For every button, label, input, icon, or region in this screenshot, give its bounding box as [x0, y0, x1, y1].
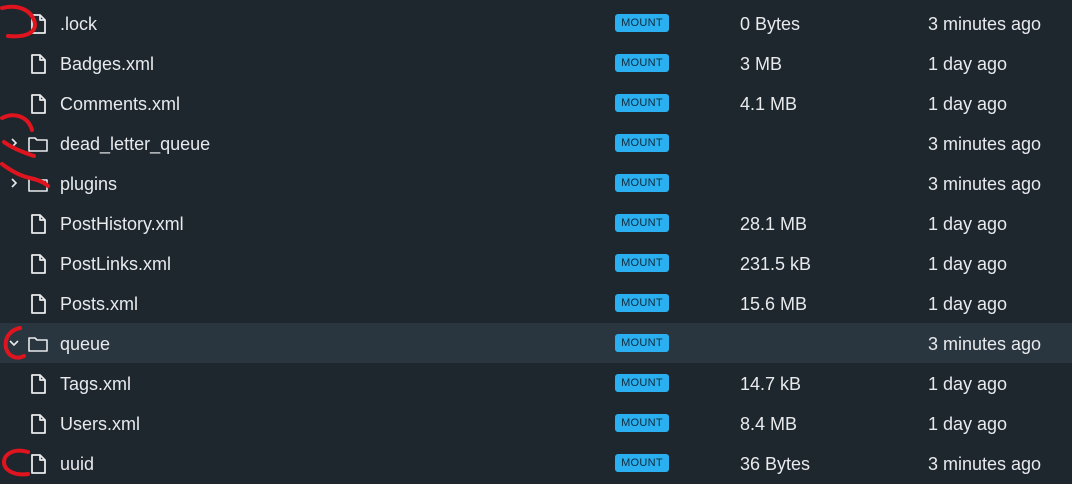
file-name: Users.xml [60, 414, 140, 434]
folder-row[interactable]: plugins MOUNT 3 minutes ago [0, 163, 1072, 203]
mount-badge: MOUNT [615, 414, 669, 432]
modified-time: 3 minutes ago [928, 454, 1042, 474]
file-name: PostHistory.xml [60, 214, 184, 234]
folder-row[interactable]: dead_letter_queue MOUNT 3 minutes ago [0, 123, 1072, 163]
modified-time: 3 minutes ago [928, 334, 1042, 354]
file-icon [27, 453, 49, 475]
folder-icon [27, 133, 49, 155]
file-size: 15.6 MB [740, 294, 808, 314]
file-icon [27, 253, 49, 275]
folder-name: dead_letter_queue [60, 134, 211, 154]
file-name: uuid [60, 454, 95, 474]
mount-badge: MOUNT [615, 454, 669, 472]
chevron-down-icon[interactable] [6, 335, 22, 351]
file-size: 231.5 kB [740, 254, 812, 274]
file-row[interactable]: .lock MOUNT 0 Bytes 3 minutes ago [0, 3, 1072, 43]
file-size: 28.1 MB [740, 214, 808, 234]
file-size: 8.4 MB [740, 414, 798, 434]
file-row[interactable]: Posts.xml MOUNT 15.6 MB 1 day ago [0, 283, 1072, 323]
file-row[interactable]: Comments.xml MOUNT 4.1 MB 1 day ago [0, 83, 1072, 123]
modified-time: 1 day ago [928, 214, 1008, 234]
file-icon [27, 93, 49, 115]
mount-badge: MOUNT [615, 14, 669, 32]
mount-badge: MOUNT [615, 254, 669, 272]
folder-name: plugins [60, 174, 118, 194]
modified-time: 3 minutes ago [928, 134, 1042, 154]
mount-badge: MOUNT [615, 374, 669, 392]
file-name: Badges.xml [60, 54, 155, 74]
mount-badge: MOUNT [615, 94, 669, 112]
file-size: 36 Bytes [740, 454, 811, 474]
file-name: Comments.xml [60, 94, 181, 114]
file-icon [27, 53, 49, 75]
folder-row-selected[interactable]: queue MOUNT 3 minutes ago [0, 323, 1072, 363]
modified-time: 1 day ago [928, 94, 1008, 114]
file-name: .lock [60, 14, 98, 34]
file-size: 4.1 MB [740, 94, 798, 114]
file-row[interactable]: PostHistory.xml MOUNT 28.1 MB 1 day ago [0, 203, 1072, 243]
file-size: 14.7 kB [740, 374, 802, 394]
folder-name: queue [60, 334, 111, 354]
file-size: 0 Bytes [740, 14, 801, 34]
file-name: PostLinks.xml [60, 254, 172, 274]
modified-time: 1 day ago [928, 294, 1008, 314]
file-row[interactable]: Tags.xml MOUNT 14.7 kB 1 day ago [0, 363, 1072, 403]
modified-time: 1 day ago [928, 414, 1008, 434]
folder-icon [27, 173, 49, 195]
mount-badge: MOUNT [615, 294, 669, 312]
modified-time: 3 minutes ago [928, 174, 1042, 194]
file-list: .lock MOUNT 0 Bytes 3 minutes ago Badges… [0, 3, 1072, 483]
mount-badge: MOUNT [615, 214, 669, 232]
file-icon [27, 213, 49, 235]
file-name: Posts.xml [60, 294, 139, 314]
chevron-right-icon[interactable] [6, 135, 22, 151]
modified-time: 3 minutes ago [928, 14, 1042, 34]
file-size: 3 MB [740, 54, 783, 74]
mount-badge: MOUNT [615, 134, 669, 152]
file-row[interactable]: uuid MOUNT 36 Bytes 3 minutes ago [0, 443, 1072, 483]
file-row[interactable]: Badges.xml MOUNT 3 MB 1 day ago [0, 43, 1072, 83]
file-row[interactable]: Users.xml MOUNT 8.4 MB 1 day ago [0, 403, 1072, 443]
modified-time: 1 day ago [928, 374, 1008, 394]
mount-badge: MOUNT [615, 54, 669, 72]
file-icon [27, 413, 49, 435]
file-icon [27, 13, 49, 35]
folder-icon [27, 333, 49, 355]
chevron-right-icon[interactable] [6, 175, 22, 191]
file-name: Tags.xml [60, 374, 132, 394]
modified-time: 1 day ago [928, 54, 1008, 74]
modified-time: 1 day ago [928, 254, 1008, 274]
file-icon [27, 293, 49, 315]
mount-badge: MOUNT [615, 174, 669, 192]
file-row[interactable]: PostLinks.xml MOUNT 231.5 kB 1 day ago [0, 243, 1072, 283]
file-icon [27, 373, 49, 395]
mount-badge: MOUNT [615, 334, 669, 352]
